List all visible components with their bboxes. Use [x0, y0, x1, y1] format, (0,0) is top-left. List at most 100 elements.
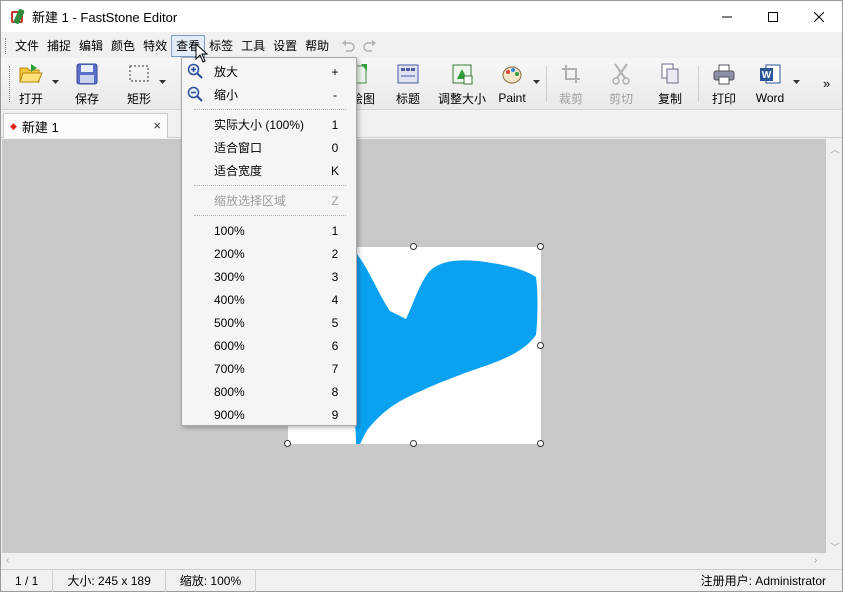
menu-zoom-500[interactable]: 500% 5	[183, 311, 355, 334]
menu-zoom-500-label: 500%	[214, 315, 245, 330]
menu-file[interactable]: 文件	[11, 35, 43, 57]
menu-zoom-800[interactable]: 800% 8	[183, 380, 355, 403]
menu-zoom-400[interactable]: 400% 4	[183, 288, 355, 311]
resize-handle-bottom-right[interactable]	[537, 440, 544, 447]
menu-zoom-out[interactable]: 缩小 -	[183, 83, 355, 106]
menu-zoom-300-label: 300%	[214, 269, 245, 284]
print-button[interactable]: 打印	[710, 61, 738, 107]
resize-handle-right[interactable]	[537, 342, 544, 349]
menu-edit[interactable]: 编辑	[75, 35, 107, 57]
menu-zoom-100[interactable]: 100% 1	[183, 219, 355, 242]
resize-handle-bottom-left[interactable]	[284, 440, 291, 447]
menu-zoom-200[interactable]: 200% 2	[183, 242, 355, 265]
menu-zoom-in[interactable]: 放大 +	[183, 60, 355, 83]
menu-help[interactable]: 帮助	[301, 35, 333, 57]
crop-button[interactable]: 裁剪	[557, 61, 585, 107]
caption-button[interactable]: 标题	[394, 61, 422, 107]
crop-label: 裁剪	[558, 92, 583, 106]
horizontal-scrollbar[interactable]: ‹ ›	[2, 553, 826, 569]
menu-zoom-out-shortcut: -	[333, 87, 337, 102]
menu-tags[interactable]: 标签	[205, 35, 237, 57]
open-dropdown-icon[interactable]	[52, 80, 59, 85]
menu-fit-width[interactable]: 适合宽度 K	[183, 159, 355, 182]
toolbar-overflow-button[interactable]: »	[823, 76, 830, 91]
resize-handle-bottom[interactable]	[410, 440, 417, 447]
scroll-right-icon[interactable]: ›	[814, 555, 817, 566]
menu-settings[interactable]: 设置	[269, 35, 301, 57]
word-dropdown-icon[interactable]	[793, 80, 800, 85]
menu-effects[interactable]: 特效	[139, 35, 171, 57]
app-window: 新建 1 - FastStone Editor 文件 捕捉 编辑 颜色 特效 查…	[0, 0, 843, 592]
zoom-in-icon	[187, 63, 203, 79]
menu-zoom-900-shortcut: 9	[331, 407, 339, 422]
save-button[interactable]: 保存	[71, 61, 103, 107]
rectangle-dropdown-icon[interactable]	[159, 80, 166, 85]
menu-zoom-800-shortcut: 8	[331, 384, 339, 399]
scroll-left-icon[interactable]: ‹	[6, 555, 9, 566]
menu-zoom-700[interactable]: 700% 7	[183, 357, 355, 380]
status-bar: 1 / 1 大小: 245 x 189 缩放: 100% 注册用户: Admin…	[1, 569, 842, 592]
menu-actual-size-label: 实际大小 (100%)	[214, 118, 305, 132]
tab-document-label: 新建 1	[21, 119, 59, 135]
paint-label: Paint	[498, 91, 526, 105]
menu-zoom-out-label: 缩小	[214, 88, 239, 102]
menu-zoom-100-label: 100%	[214, 223, 245, 238]
close-window-button[interactable]	[796, 1, 842, 32]
menu-zoom-200-shortcut: 2	[331, 246, 339, 261]
toolbar-separator	[698, 66, 699, 102]
copy-button[interactable]: 复制	[656, 61, 684, 107]
menu-zoom-600[interactable]: 600% 6	[183, 334, 355, 357]
menu-zoom-500-shortcut: 5	[331, 315, 339, 330]
undo-icon[interactable]	[341, 40, 355, 52]
resize-handle-top-right[interactable]	[537, 243, 544, 250]
menu-zoom-700-shortcut: 7	[331, 361, 339, 376]
menu-zoom-200-label: 200%	[214, 246, 245, 261]
maximize-button[interactable]	[750, 1, 796, 32]
document-tab-strip: ◆ 新建 1 ×	[1, 111, 842, 138]
menu-zoom-600-label: 600%	[214, 338, 245, 353]
open-button[interactable]: 打开	[15, 61, 47, 107]
resize-handle-top[interactable]	[410, 243, 417, 250]
redo-icon[interactable]	[363, 40, 377, 52]
menu-zoom-300[interactable]: 300% 3	[183, 265, 355, 288]
tab-close-icon[interactable]: ×	[153, 118, 161, 133]
menu-separator	[194, 185, 346, 186]
window-title: 新建 1 - FastStone Editor	[32, 10, 178, 25]
menu-actual-size-shortcut: 1	[331, 117, 339, 132]
menu-fit-width-label: 适合宽度	[214, 164, 263, 178]
paint-button[interactable]: Paint	[497, 61, 527, 107]
status-page: 1 / 1	[1, 569, 54, 592]
menu-zoom-300-shortcut: 3	[331, 269, 339, 284]
menu-zoom-100-shortcut: 1	[331, 223, 339, 238]
menu-zoom-400-label: 400%	[214, 292, 245, 307]
menu-fit-window[interactable]: 适合窗口 0	[183, 136, 355, 159]
scrollbar-corner	[826, 553, 842, 569]
menu-zoom-900-label: 900%	[214, 407, 245, 422]
menu-zoom-800-label: 800%	[214, 384, 245, 399]
menu-capture[interactable]: 捕捉	[43, 35, 75, 57]
toolbar-separator	[546, 66, 547, 102]
minimize-button[interactable]	[704, 1, 750, 32]
menu-zoom-900[interactable]: 900% 9	[183, 403, 355, 426]
resize-icon	[449, 61, 475, 86]
menu-bar: 文件 捕捉 编辑 颜色 特效 查看 标签 工具 设置 帮助	[1, 34, 842, 58]
scroll-down-icon[interactable]: ﹀	[830, 539, 840, 554]
menu-actual-size[interactable]: 实际大小 (100%) 1	[183, 113, 355, 136]
caption-label: 标题	[395, 92, 420, 106]
paint-dropdown-icon[interactable]	[533, 80, 540, 85]
tab-document[interactable]: ◆ 新建 1 ×	[3, 113, 168, 138]
scroll-up-icon[interactable]: ︿	[830, 141, 840, 156]
svg-text:W: W	[762, 70, 772, 81]
caption-icon	[395, 61, 421, 86]
cut-button[interactable]: 剪切	[607, 61, 635, 107]
menu-tools[interactable]: 工具	[237, 35, 269, 57]
resize-button[interactable]: 调整大小	[437, 61, 487, 107]
vertical-scrollbar[interactable]: ︿ ﹀	[826, 139, 842, 554]
view-menu-dropdown: 放大 + 缩小 - 实际大小 (100%) 1 适合窗口 0 适合宽度 K 缩放…	[181, 57, 357, 426]
mouse-cursor-icon	[195, 43, 209, 63]
word-button[interactable]: W Word	[755, 61, 785, 107]
menu-color[interactable]: 颜色	[107, 35, 139, 57]
menu-zoom-selection[interactable]: 缩放选择区域 Z	[183, 189, 355, 212]
rectangle-select-button[interactable]: 矩形	[123, 61, 155, 107]
menu-separator	[194, 109, 346, 110]
